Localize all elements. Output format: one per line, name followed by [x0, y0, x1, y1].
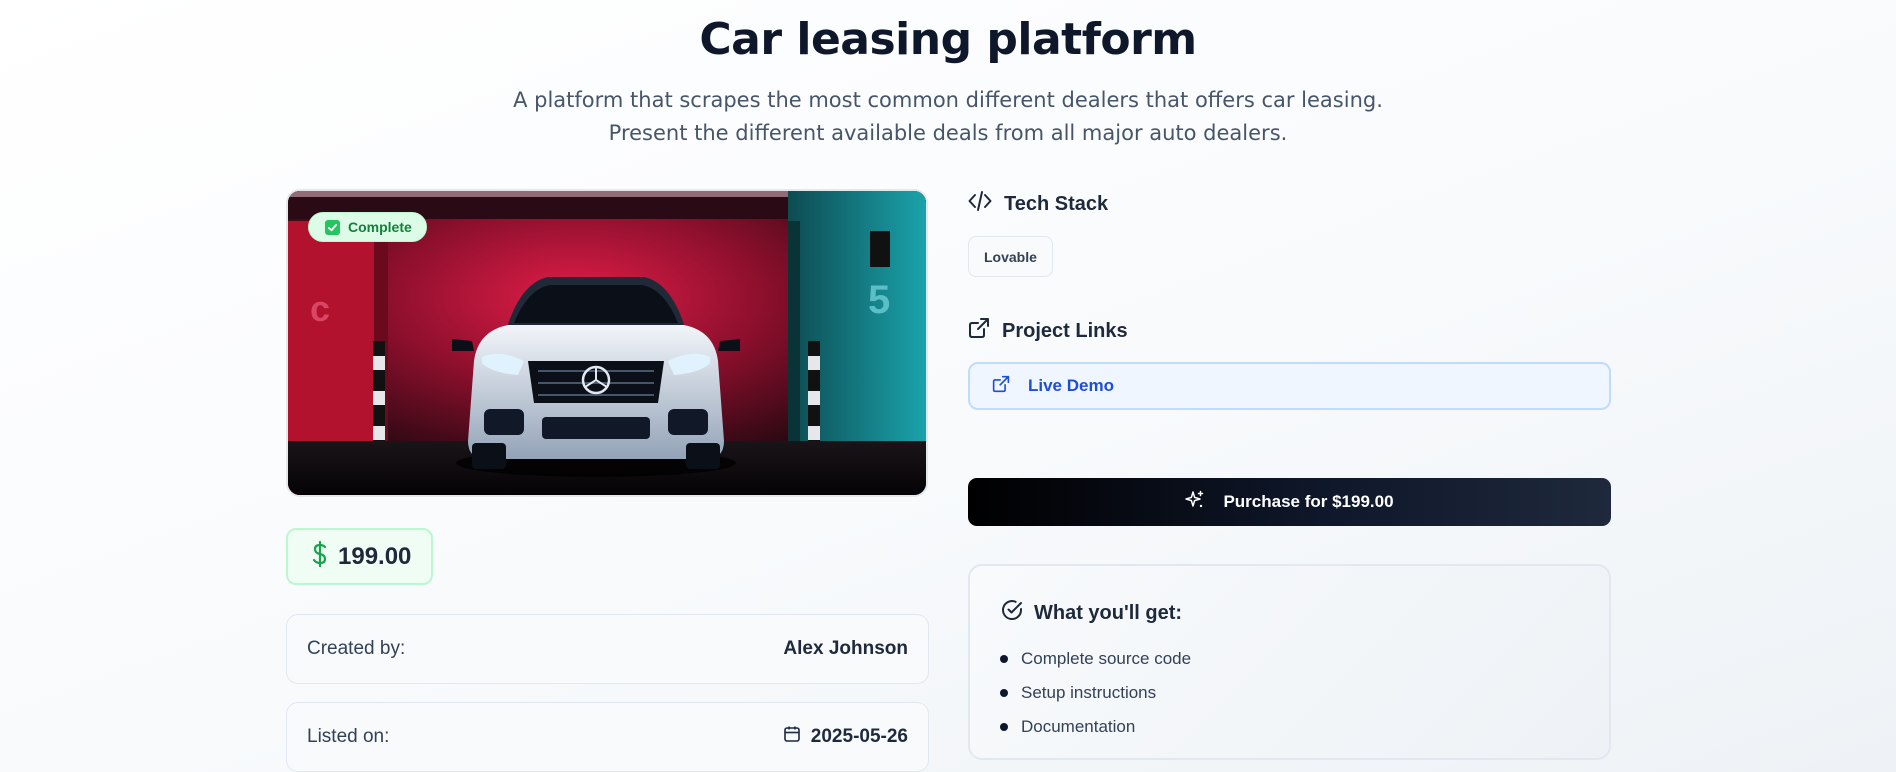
page-description: A platform that scrapes the most common … — [513, 88, 1383, 145]
listed-on-row: Listed on: 2025-05-26 — [286, 702, 929, 772]
project-preview-image: c 5 Complete — [286, 189, 928, 497]
created-by-label: Created by: — [307, 638, 406, 659]
listed-on-value: 2025-05-26 — [810, 726, 908, 747]
created-by-value: Alex Johnson — [783, 638, 908, 659]
price-card: 199.00 — [286, 528, 433, 585]
svg-text:c: c — [310, 288, 330, 329]
live-demo-link[interactable]: Live Demo — [968, 362, 1611, 410]
status-label: Complete — [348, 219, 412, 235]
check-square-icon — [325, 219, 340, 235]
check-circle-icon — [1000, 598, 1024, 628]
calendar-icon — [783, 725, 801, 749]
benefits-title: What you'll get: — [1034, 601, 1183, 624]
purchase-label: Purchase for $199.00 — [1223, 492, 1394, 511]
benefits-card: What you'll get: Complete source code Se… — [968, 564, 1611, 760]
project-links-heading: Project Links — [968, 317, 1128, 345]
benefits-list: Complete source code Setup instructions … — [1000, 642, 1579, 744]
price-value: 199.00 — [338, 542, 412, 570]
list-item: Setup instructions — [1000, 676, 1579, 710]
sparkles-icon — [1185, 490, 1205, 515]
live-demo-label: Live Demo — [1028, 376, 1114, 395]
tech-chip-lovable: Lovable — [968, 236, 1053, 277]
status-badge: Complete — [308, 212, 427, 242]
external-link-icon — [992, 375, 1010, 398]
dollar-icon — [310, 540, 330, 573]
external-link-icon — [968, 317, 990, 345]
listed-on-label: Listed on: — [307, 726, 390, 747]
project-detail-page: Car leasing platform A platform that scr… — [0, 0, 1896, 772]
code-icon — [968, 190, 992, 218]
list-item: Complete source code — [1000, 642, 1579, 676]
created-by-row: Created by: Alex Johnson — [286, 614, 929, 684]
svg-text:5: 5 — [868, 278, 890, 322]
page-title: Car leasing platform — [699, 14, 1197, 65]
listed-on-value-wrap: 2025-05-26 — [783, 725, 908, 749]
project-links-title: Project Links — [1002, 319, 1128, 342]
tech-stack-title: Tech Stack — [1004, 192, 1109, 215]
benefits-heading: What you'll get: — [1000, 598, 1579, 628]
list-item: Documentation — [1000, 710, 1579, 744]
purchase-button[interactable]: Purchase for $199.00 — [968, 478, 1611, 526]
tech-stack-heading: Tech Stack — [968, 190, 1108, 218]
